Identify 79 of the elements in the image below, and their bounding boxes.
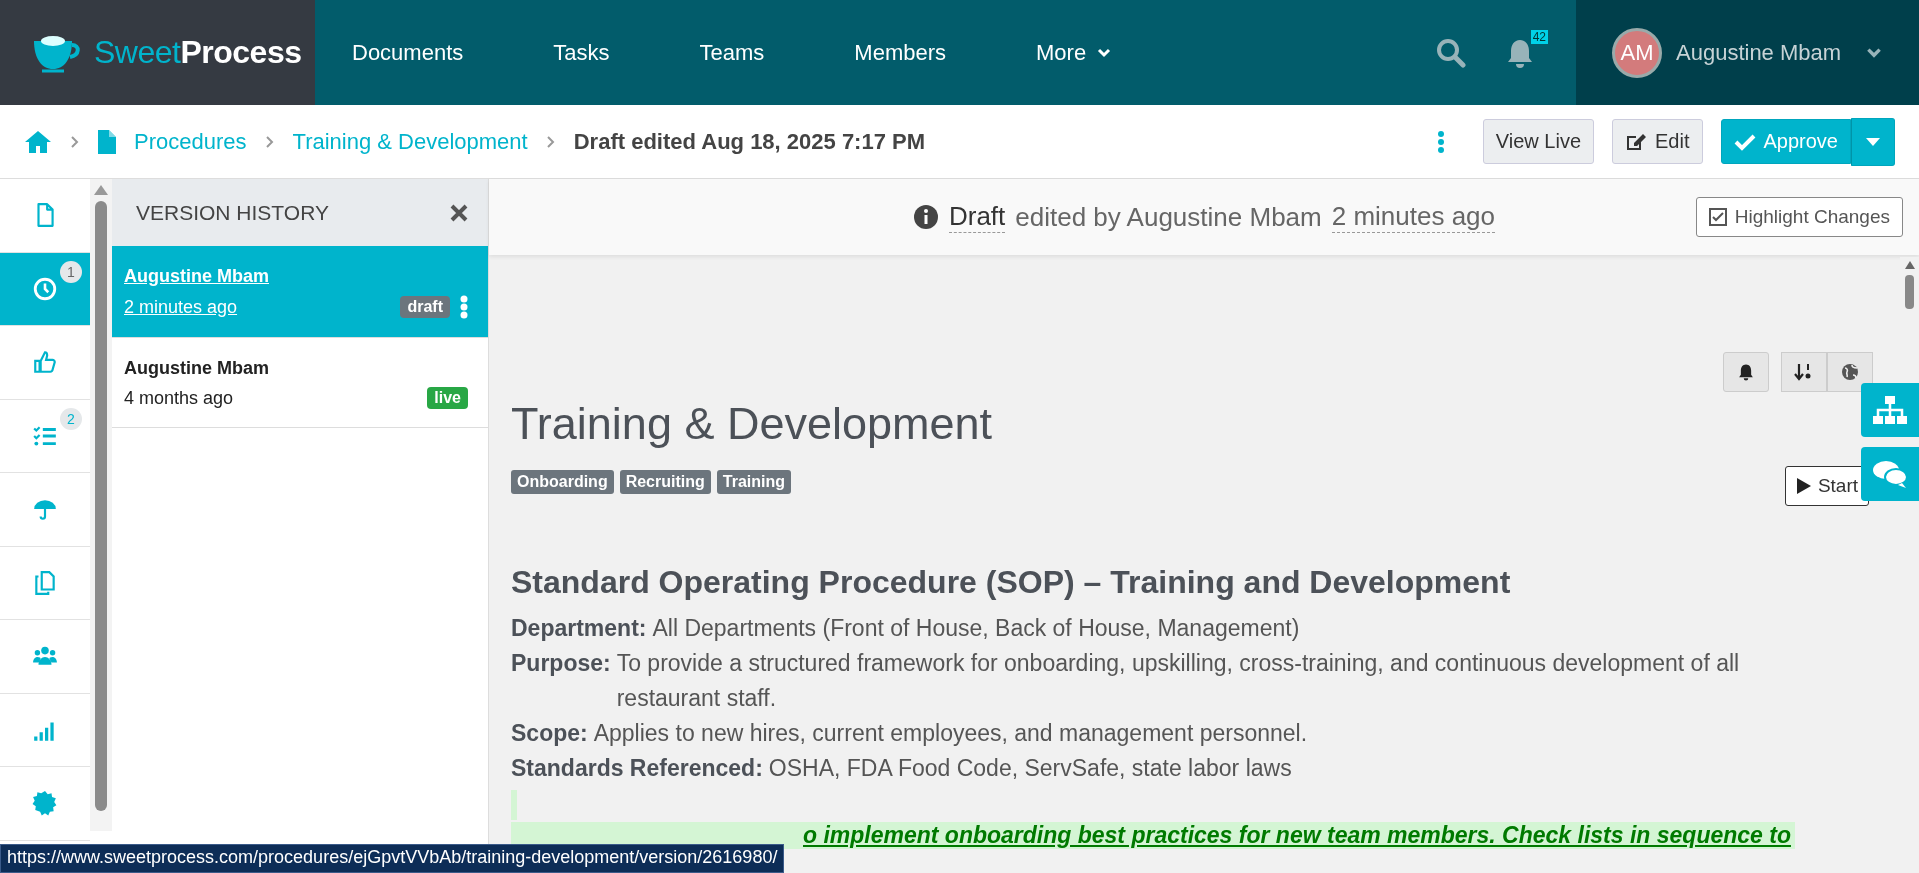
logo-text: SweetProcess (94, 34, 302, 71)
tag[interactable]: Training (716, 470, 791, 494)
edited-by-text: edited by Augustine Mbam (1015, 201, 1322, 233)
version-state: Draft (948, 201, 1006, 233)
nav-link[interactable]: Members (817, 39, 983, 66)
close-icon[interactable] (450, 203, 468, 222)
chevron-right-icon (264, 134, 275, 149)
play-icon (1795, 477, 1812, 495)
sort-button[interactable] (1781, 352, 1827, 392)
scroll-up-icon[interactable] (1904, 261, 1915, 269)
bell-icon (1738, 363, 1754, 381)
info-icon (912, 204, 939, 230)
start-button[interactable]: Start (1784, 466, 1869, 506)
edited-time: 2 minutes ago (1331, 201, 1496, 233)
sitemap-button[interactable] (1861, 383, 1919, 437)
sidebar-item[interactable]: 1 (0, 252, 90, 326)
nav-link[interactable]: Tasks (516, 39, 647, 66)
nav-link[interactable]: Teams (662, 39, 802, 66)
scrollbar-thumb[interactable] (1905, 275, 1914, 309)
version-time: 4 months ago (124, 387, 235, 409)
status-badge: draft (400, 296, 450, 318)
edit-icon (1625, 131, 1648, 152)
more-icon[interactable] (1436, 129, 1445, 154)
field-label: Purpose: (511, 649, 611, 678)
edit-button[interactable]: Edit (1612, 119, 1703, 164)
checkbox-icon (1708, 208, 1727, 226)
bell-button[interactable] (1723, 352, 1769, 392)
scroll-up-icon[interactable] (94, 185, 108, 195)
note-text: o implement onboarding best practices for new team members. Check lists in sequence to (511, 822, 1795, 849)
section-heading: Standard Operating Procedure (SOP) – Training and Development (511, 564, 1512, 601)
notification-count: 42 (1530, 29, 1548, 44)
home-icon[interactable] (24, 128, 52, 155)
version-item[interactable]: Augustine Mbam 4 months ago live (112, 338, 488, 428)
field-label: Standards Referenced: (511, 754, 763, 783)
globe-icon (1841, 363, 1859, 381)
scrollbar[interactable] (90, 179, 112, 831)
chevron-right-icon (545, 134, 556, 149)
document-icon (98, 129, 116, 154)
logo[interactable]: SweetProcess (0, 0, 315, 105)
change-highlight (511, 790, 517, 820)
view-live-button[interactable]: View Live (1482, 119, 1595, 164)
sitemap-icon (1872, 395, 1908, 425)
document-title: Training & Development (511, 398, 994, 450)
field-label: Department: (511, 614, 647, 643)
copy-icon (32, 569, 58, 596)
clock-icon (32, 275, 58, 302)
field-value: All Departments (Front of House, Back of House, Management) (652, 614, 1300, 643)
globe-button[interactable] (1827, 352, 1873, 392)
version-author: Augustine Mbam (124, 266, 269, 287)
chat-icon (1872, 459, 1908, 489)
chevron-right-icon (70, 134, 80, 149)
status-url: https://www.sweetprocess.com/procedures/ejGpvtVVbAb/training-development/version/2616980/ (0, 844, 785, 873)
version-time: 2 minutes ago (124, 296, 239, 318)
check-icon (1733, 132, 1756, 151)
bell-icon[interactable] (1506, 37, 1534, 68)
breadcrumb-current: Draft edited Aug 18, 2025 7:17 PM (573, 128, 926, 155)
version-author: Augustine Mbam (124, 358, 269, 379)
tag[interactable]: Recruiting (619, 470, 711, 494)
badge-icon (32, 790, 58, 817)
count-badge: 2 (60, 407, 82, 430)
field-value: Applies to new hires, current employees, and management personnel. (593, 719, 1308, 748)
highlight-changes-button[interactable]: Highlight Changes (1695, 197, 1903, 237)
tag[interactable]: Onboarding (511, 470, 614, 494)
nav-link[interactable]: Documents (315, 39, 501, 66)
version-item[interactable]: Augustine Mbam 2 minutes ago draft (112, 246, 488, 338)
nav-link[interactable]: More (999, 39, 1150, 66)
panel-title: VERSION HISTORY (136, 200, 329, 225)
count-badge: 1 (60, 260, 82, 283)
user-name[interactable]: Augustine Mbam (1676, 39, 1851, 66)
status-badge: live (427, 387, 468, 409)
caret-icon (1866, 137, 1880, 146)
field-value: OSHA, FDA Food Code, ServSafe, state labor laws (768, 754, 1292, 783)
thumbs-up-icon (32, 349, 58, 376)
field-value: To provide a structured framework for onboarding, upskilling, cross-training, and continuous development of all restaurant staff. (616, 649, 1741, 713)
dropdown-button[interactable] (1851, 117, 1895, 166)
chat-button[interactable] (1861, 447, 1919, 501)
search-icon[interactable] (1436, 37, 1466, 68)
more-icon[interactable] (460, 295, 468, 319)
field-label: Scope: (511, 719, 588, 748)
